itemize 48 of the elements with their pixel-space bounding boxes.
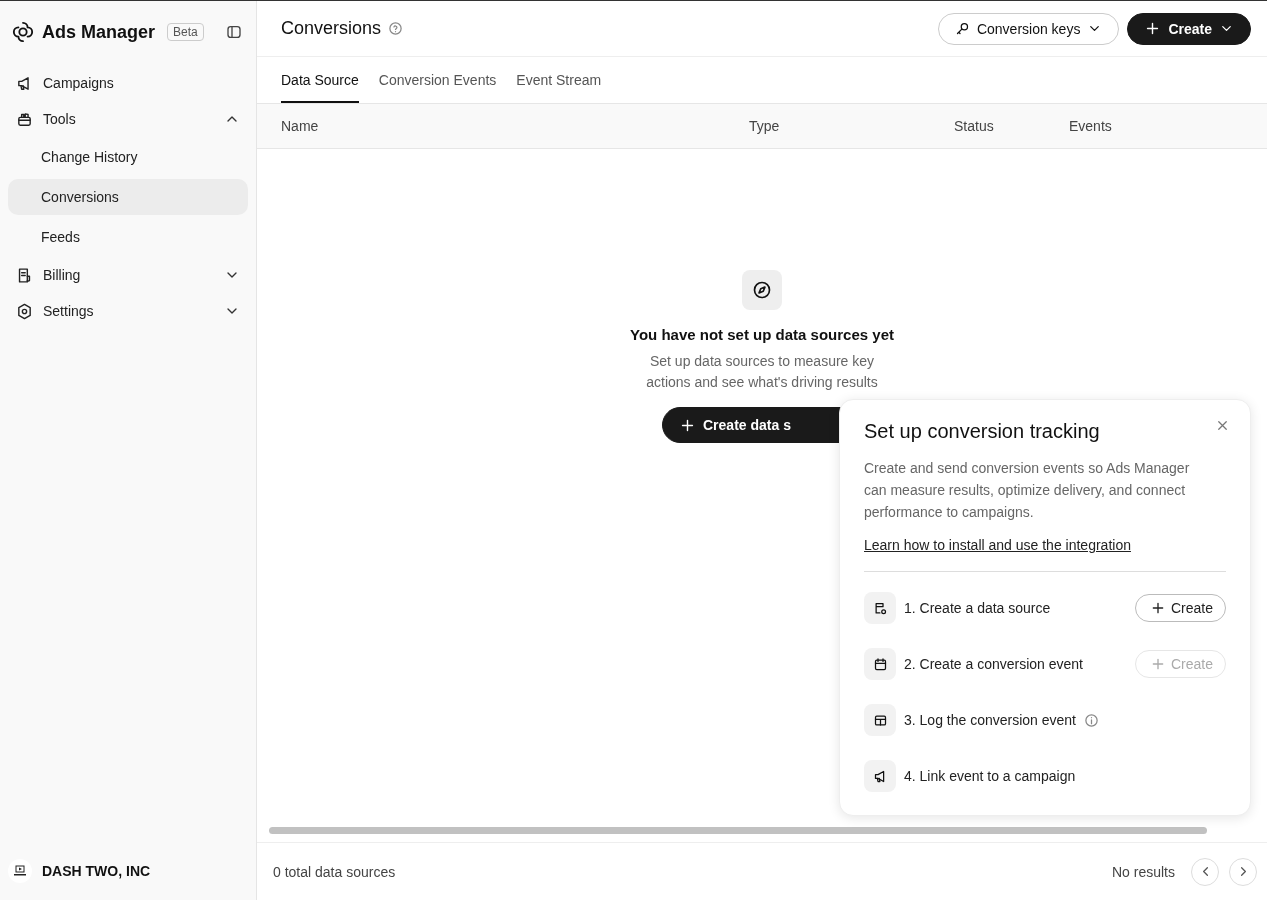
column-header[interactable]: Type xyxy=(749,118,954,134)
column-header[interactable]: Name xyxy=(281,118,749,134)
empty-state-title: You have not set up data sources yet xyxy=(630,326,894,343)
column-header[interactable]: Status xyxy=(954,118,1069,134)
panel-description: Create and send conversion events so Ads Manager can measure results, optimize delivery, and connect performance to campaigns. xyxy=(864,459,1191,522)
step-create-button[interactable]: Create xyxy=(1134,594,1226,622)
help-icon xyxy=(388,21,404,36)
panel-title: Set up conversion tracking xyxy=(864,420,1101,443)
tab[interactable]: Conversion Events xyxy=(378,57,497,103)
total-count: 0 total data sources xyxy=(273,863,396,880)
company-logo-icon xyxy=(8,859,32,883)
app-name: Ads Manager xyxy=(42,21,156,43)
account-name: DASH TWO, INC xyxy=(42,863,151,879)
results-label: No results xyxy=(1111,863,1175,880)
step-label: 2. Create a conversion event xyxy=(904,656,1083,672)
integration-link[interactable]: Learn how to install and use the integration xyxy=(864,537,1131,553)
calendar-icon xyxy=(864,648,896,680)
step-label: 3. Log the conversion event xyxy=(904,712,1076,728)
toolbox-icon xyxy=(16,110,33,128)
key-icon xyxy=(954,21,970,36)
receipt-icon xyxy=(16,266,33,284)
sidebar-item[interactable]: Tools xyxy=(8,101,248,137)
sidebar-item[interactable]: Settings xyxy=(8,293,248,329)
sidebar-icon xyxy=(226,24,242,40)
sidebar-item[interactable]: Billing xyxy=(8,257,248,293)
empty-state-text: Set up data sources to measure key actions and see what's driving results xyxy=(645,352,879,392)
page-title: Conversions xyxy=(281,18,382,39)
close-icon xyxy=(1215,418,1230,433)
close-button[interactable] xyxy=(1215,418,1230,433)
compass-icon xyxy=(742,270,782,310)
next-page-button[interactable] xyxy=(1229,857,1257,886)
sidebar-subitem[interactable]: Conversions xyxy=(8,179,248,215)
step-label: 1. Create a data source xyxy=(904,600,1051,616)
sidebar-subitem[interactable]: Feeds xyxy=(8,219,248,255)
conversion-keys-button[interactable]: Conversion keys xyxy=(937,12,1120,45)
step-label: 4. Link event to a campaign xyxy=(904,768,1076,784)
column-header[interactable]: Events xyxy=(1069,118,1243,134)
previous-page-button[interactable] xyxy=(1191,857,1219,886)
megaphone-icon xyxy=(864,760,896,792)
create-button[interactable]: Create xyxy=(1127,12,1251,45)
beta-badge: Beta xyxy=(167,23,204,41)
sidebar-subitem[interactable]: Change History xyxy=(8,139,248,175)
sidebar-item[interactable]: Campaigns xyxy=(8,65,248,101)
tab[interactable]: Event Stream xyxy=(516,57,602,103)
logo-icon xyxy=(12,21,34,43)
settings-icon xyxy=(16,302,33,320)
database-icon xyxy=(864,592,896,624)
layout-icon xyxy=(864,704,896,736)
